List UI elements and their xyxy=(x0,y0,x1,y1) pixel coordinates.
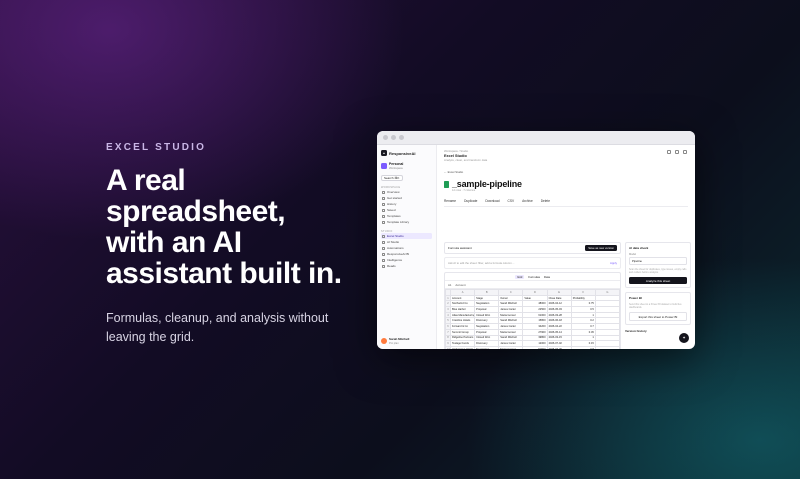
formula-bar[interactable]: A1 Account xyxy=(445,281,620,289)
user-name: Sarah Mitchell xyxy=(389,337,410,341)
search-button[interactable]: Search ⌘K xyxy=(381,175,403,181)
workspace-switcher[interactable]: Personal Workspace xyxy=(381,162,432,170)
brand-logo-icon: ▲ xyxy=(381,150,387,156)
download-button[interactable]: Download xyxy=(485,199,499,203)
user-plan: Pro plan xyxy=(389,342,399,345)
subcopy: Formulas, cleanup, and analysis without … xyxy=(106,311,329,344)
headline-line: with an AI xyxy=(106,226,242,259)
back-link[interactable]: ← Excel Studio xyxy=(444,170,688,174)
sheet-cell[interactable]: 51500 xyxy=(522,345,548,349)
window-dot xyxy=(391,135,396,140)
tab-formulas[interactable]: Formulas xyxy=(528,275,540,279)
duplicate-button[interactable]: Duplicate xyxy=(464,199,477,203)
window-dot xyxy=(399,135,404,140)
archive-button[interactable]: Archive xyxy=(522,199,533,203)
nav-icon xyxy=(382,208,385,212)
nav-icon xyxy=(382,202,385,206)
brand: ▲ ResponsiveAI xyxy=(381,150,432,156)
card-title: Power BI xyxy=(629,296,642,300)
rename-button[interactable]: Rename xyxy=(444,199,456,203)
export-power-bi-button[interactable]: Export this sheet to Power BI xyxy=(629,312,687,321)
page-subtitle: Analyze, clean, and transform data xyxy=(444,158,488,162)
power-bi-card: Power BI Send this sheet to a Power BI d… xyxy=(625,292,691,325)
card-label: Model xyxy=(629,253,637,256)
formula-value: Account xyxy=(455,282,466,287)
bell-icon[interactable] xyxy=(675,150,679,154)
user-menu[interactable]: Sarah Mitchell Pro plan xyxy=(381,337,432,345)
csv-button[interactable]: CSV xyxy=(508,199,515,203)
grid-panel: Formula assistant Save as new version As… xyxy=(444,242,621,349)
ai-data-check-card: AI data check Model Pipeline Scan the sh… xyxy=(625,242,691,288)
card-note: Send this sheet to a Power BI dataset to… xyxy=(629,303,682,309)
window-titlebar xyxy=(377,131,695,145)
sheet-cell[interactable]: Negotiation xyxy=(474,345,500,349)
prompt-placeholder: Ask AI to edit the sheet: filter, add a … xyxy=(448,261,515,265)
sheet-tabs: Grid Formulas Data xyxy=(445,273,620,281)
nav-icon xyxy=(382,220,385,224)
app-body: ▲ ResponsiveAI Personal Workspace Search… xyxy=(377,145,695,349)
nav-icon xyxy=(382,190,385,194)
sheet-cell[interactable]: Maria Gomez xyxy=(498,345,524,349)
nav-icon xyxy=(382,214,385,218)
eyebrow-label: EXCEL STUDIO xyxy=(106,142,207,153)
sheet-cell[interactable]: 2026-04-30 xyxy=(546,345,572,349)
headline-line: assistant built in. xyxy=(106,257,342,290)
nav-icon xyxy=(382,264,385,268)
delete-button[interactable]: Delete xyxy=(541,199,550,203)
ai-prompt-input[interactable]: Ask AI to edit the sheet: filter, add a … xyxy=(444,257,621,269)
headline: A real spreadsheet, with an AI assistant… xyxy=(106,165,356,289)
sidebar-item[interactable]: Template Library xyxy=(381,219,432,225)
cell-reference: A1 xyxy=(448,282,452,287)
model-select[interactable]: Pipeline xyxy=(629,257,687,265)
tab-grid[interactable]: Grid xyxy=(515,274,525,279)
topbar-actions xyxy=(667,150,687,154)
workspace-content: Formula assistant Save as new version As… xyxy=(444,242,691,349)
avatar xyxy=(381,338,387,344)
sheet-cell[interactable]: Harborview Hotels xyxy=(449,345,476,349)
spreadsheet-grid: Grid Formulas Data A1 Account ABCDEFG 1A… xyxy=(444,272,621,349)
headline-line: A real xyxy=(106,164,186,197)
app-window-preview: ▲ ResponsiveAI Personal Workspace Search… xyxy=(377,131,695,349)
nav-icon xyxy=(382,258,385,262)
workspace-sub: Workspace xyxy=(389,166,403,170)
breadcrumb[interactable]: Workspace / Studio xyxy=(444,149,688,153)
sheet-icon xyxy=(382,234,385,238)
card-note: Scan the sheet for duplicates, type issu… xyxy=(629,268,687,274)
sheet-cell[interactable] xyxy=(594,345,620,349)
spreadsheet-file-icon xyxy=(444,180,449,188)
save-version-button[interactable]: Save as new version xyxy=(585,245,617,251)
assistant-label: Formula assistant xyxy=(448,246,472,250)
nav-icon xyxy=(382,246,385,250)
apply-button[interactable]: Apply xyxy=(610,261,617,265)
sidebar: ▲ ResponsiveAI Personal Workspace Search… xyxy=(377,145,437,349)
sidebar-item[interactable]: Reads xyxy=(381,263,432,269)
document-header: _sample-pipeline xyxy=(444,179,688,189)
analyze-sheet-button[interactable]: Analyze this sheet xyxy=(629,277,687,284)
sheet-cell[interactable]: 0.8 xyxy=(570,345,596,349)
window-dot xyxy=(383,135,388,140)
assistant-fab-icon[interactable]: ✦ xyxy=(679,333,689,343)
nav-icon xyxy=(382,196,385,200)
sheet-table: ABCDEFG 1 Account Stage Owner Value Close Dat… xyxy=(445,289,620,349)
search-icon[interactable] xyxy=(667,150,671,154)
nav-icon xyxy=(382,252,385,256)
nav-icon xyxy=(382,240,385,244)
settings-icon[interactable] xyxy=(683,150,687,154)
table-row: 10Harborview HotelsNegotiationMaria Gome… xyxy=(445,345,620,349)
document-meta: 12 rows · 7 columns xyxy=(452,189,476,192)
hero-section: EXCEL STUDIO A real spreadsheet, with an… xyxy=(106,142,356,347)
brand-name: ResponsiveAI xyxy=(389,150,416,156)
workspace-avatar xyxy=(381,163,387,169)
document-actions: Rename Duplicate Download CSV Archive De… xyxy=(444,199,688,207)
sheet-body: 1 Account Stage Owner Value Close Date Probabi… xyxy=(445,294,620,349)
formula-assistant-bar: Formula assistant Save as new version xyxy=(444,242,621,254)
document-title: _sample-pipeline xyxy=(452,179,522,189)
tab-data[interactable]: Data xyxy=(544,275,550,279)
card-title: AI data check xyxy=(629,246,649,250)
headline-line: spreadsheet, xyxy=(106,195,286,228)
